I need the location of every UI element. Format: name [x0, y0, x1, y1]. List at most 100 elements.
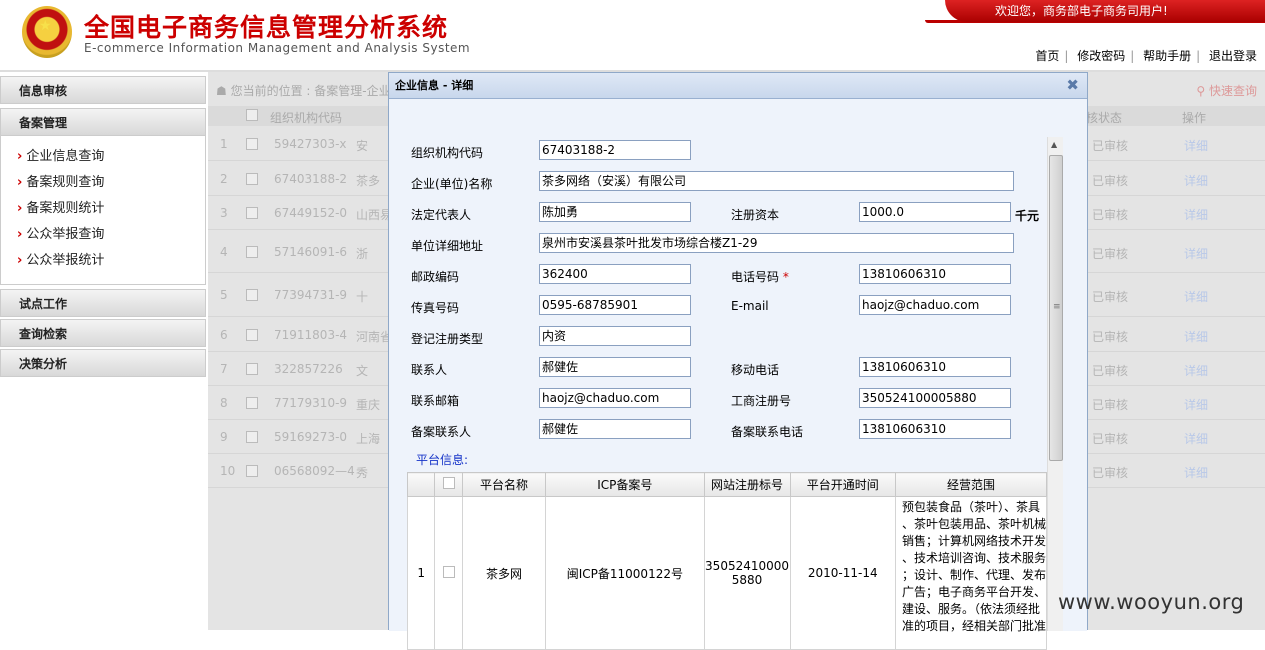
sidebar-item-company-query[interactable]: › 企业信息查询 — [17, 144, 205, 170]
close-icon[interactable]: ✖ — [1066, 76, 1079, 94]
row-reg-no: 35052410000 5880 — [703, 496, 791, 650]
row-index: 5 — [220, 288, 228, 302]
row-org-code: 59169273-0 — [274, 430, 348, 444]
filing-phone-field[interactable]: 13810606310 — [859, 419, 1011, 439]
label-biz-reg: 工商注册号 — [731, 394, 792, 408]
header-checkbox — [246, 109, 258, 124]
row-area: 浙 — [356, 247, 369, 261]
row-detail-link: 详细 — [1184, 174, 1209, 188]
sidebar-submenu: › 企业信息查询 › 备案规则查询 › 备案规则统计 › 公众举报查询 › 公众举报统计 — [0, 136, 206, 285]
row-checkbox — [246, 329, 258, 341]
label-contact-email: 联系邮箱 — [411, 394, 460, 408]
row-detail-link: 详细 — [1184, 139, 1209, 153]
platform-table: 平台名称 ICP备案号 网站注册标号 平台开通时间 经营范围 1 茶多网 闽IC… — [406, 472, 1048, 650]
phone-field[interactable]: 13810606310 — [859, 264, 1011, 284]
fax-field[interactable]: 0595-68785901 — [539, 295, 691, 315]
scroll-up-icon[interactable]: ▲ — [1051, 140, 1057, 149]
sidebar-item-report-stats[interactable]: › 公众举报统计 — [17, 248, 205, 274]
row-detail-link: 详细 — [1184, 466, 1209, 480]
header-index — [406, 472, 436, 497]
sidebar-item-rule-stats[interactable]: › 备案规则统计 — [17, 196, 205, 222]
grip-icon: ≡ — [1053, 302, 1061, 312]
label-filing-contact: 备案联系人 — [411, 425, 472, 439]
row-area: 河南省 — [356, 330, 393, 344]
row-status: 已审核 — [1092, 364, 1129, 378]
row-index: 9 — [220, 430, 228, 444]
row-org-code: 77179310-9 — [274, 396, 348, 410]
row-index: 1 — [220, 137, 228, 151]
contact-field[interactable]: 郝健佐 — [539, 357, 691, 377]
row-org-code: 59427303-x — [274, 137, 347, 151]
postcode-field[interactable]: 362400 — [539, 264, 691, 284]
row-index: 6 — [220, 328, 228, 342]
arrow-right-icon: › — [17, 201, 23, 216]
sidebar-section-info-review[interactable]: 信息审核 — [0, 76, 206, 104]
row-org-code: 71911803-4 — [274, 328, 348, 342]
row-checkbox — [246, 397, 258, 409]
row-area: 十 — [356, 290, 369, 304]
email-field[interactable]: haojz@chaduo.com — [859, 295, 1011, 315]
row-index: 3 — [220, 206, 228, 220]
row-index: 1 — [406, 496, 436, 650]
row-status: 已审核 — [1092, 398, 1129, 412]
reg-type-field[interactable]: 内资 — [539, 326, 691, 346]
platform-table-header: 平台名称 ICP备案号 网站注册标号 平台开通时间 经营范围 — [406, 472, 1048, 497]
row-area: 茶多 — [356, 174, 381, 188]
nav-logout-link[interactable]: 退出登录 — [1209, 49, 1257, 63]
biz-reg-field[interactable]: 350524100005880 — [859, 388, 1011, 408]
sidebar: 信息审核 备案管理 › 企业信息查询 › 备案规则查询 › 备案规则统计 › 公众举报查… — [0, 72, 208, 630]
row-checkbox[interactable] — [434, 496, 463, 650]
label-email: E-mail — [731, 299, 769, 313]
row-status: 已审核 — [1092, 174, 1129, 188]
address-field[interactable]: 泉州市安溪县茶叶批发市场综合楼Z1-29 — [539, 233, 1014, 253]
nav-help-link[interactable]: 帮助手册 — [1143, 49, 1191, 63]
row-detail-link: 详细 — [1184, 290, 1209, 304]
header-checkbox[interactable] — [434, 472, 463, 497]
row-org-code: 06568092—4 — [274, 464, 355, 478]
row-status: 已审核 — [1092, 247, 1129, 261]
nav-change-password-link[interactable]: 修改密码 — [1077, 49, 1125, 63]
sidebar-section-decision-analysis[interactable]: 决策分析 — [0, 349, 206, 377]
row-org-code: 67449152-0 — [274, 206, 348, 220]
capital-field[interactable]: 1000.0 — [859, 202, 1011, 222]
row-org-code: 322857226 — [274, 362, 343, 376]
filing-contact-field[interactable]: 郝健佐 — [539, 419, 691, 439]
nav-home-link[interactable]: 首页 — [1035, 49, 1059, 63]
header-scope: 经营范围 — [894, 472, 1048, 497]
breadcrumb: ☗ 您当前的位置 : 备案管理-企业 — [216, 84, 391, 98]
contact-email-field[interactable]: haojz@chaduo.com — [539, 388, 691, 408]
row-checkbox — [246, 465, 258, 477]
required-star-icon: * — [782, 270, 789, 284]
label-phone: 电话号码 * — [731, 270, 789, 284]
welcome-bar: 欢迎您，商务部电子商务司用户! — [945, 0, 1265, 22]
row-status: 已审核 — [1092, 290, 1129, 304]
header-open-date: 平台开通时间 — [789, 472, 896, 497]
row-open-date: 2010-11-14 — [789, 496, 896, 650]
arrow-right-icon: › — [17, 253, 23, 268]
dialog-scrollbar[interactable]: ▲ ≡ — [1047, 137, 1063, 631]
legal-rep-field[interactable]: 陈加勇 — [539, 202, 691, 222]
row-detail-link: 详细 — [1184, 247, 1209, 261]
row-area: 秀 — [356, 466, 369, 480]
company-name-field[interactable]: 茶多网络（安溪）有限公司 — [539, 171, 1014, 191]
mobile-field[interactable]: 13810606310 — [859, 357, 1011, 377]
sidebar-section-pilot-work[interactable]: 试点工作 — [0, 289, 206, 317]
row-index: 2 — [220, 172, 228, 186]
header-op: 操作 — [1182, 111, 1207, 125]
sidebar-section-search[interactable]: 查询检索 — [0, 319, 206, 347]
dialog-title: 企业信息 - 详细 — [389, 73, 1087, 99]
sidebar-item-report-query[interactable]: › 公众举报查询 — [17, 222, 205, 248]
label-org-code: 组织机构代码 — [411, 146, 484, 160]
row-area: 文 — [356, 364, 369, 378]
header-status: 核状态 — [1086, 111, 1123, 125]
watermark: www.wooyun.org — [1058, 590, 1245, 614]
scrollbar-thumb[interactable]: ≡ — [1049, 155, 1063, 461]
sidebar-item-rule-query[interactable]: › 备案规则查询 — [17, 170, 205, 196]
row-org-code: 77394731-9 — [274, 288, 348, 302]
row-detail-link: 详细 — [1184, 330, 1209, 344]
org-code-field[interactable]: 67403188-2 — [539, 140, 691, 160]
app-header: 欢迎您，商务部电子商务司用户! ★ 全国电子商务信息管理分析系统 E-comme… — [0, 0, 1265, 70]
sidebar-section-filing-management[interactable]: 备案管理 — [0, 108, 206, 136]
system-subtitle: E-commerce Information Management and An… — [84, 41, 471, 55]
platform-section-title: 平台信息: — [416, 453, 469, 467]
